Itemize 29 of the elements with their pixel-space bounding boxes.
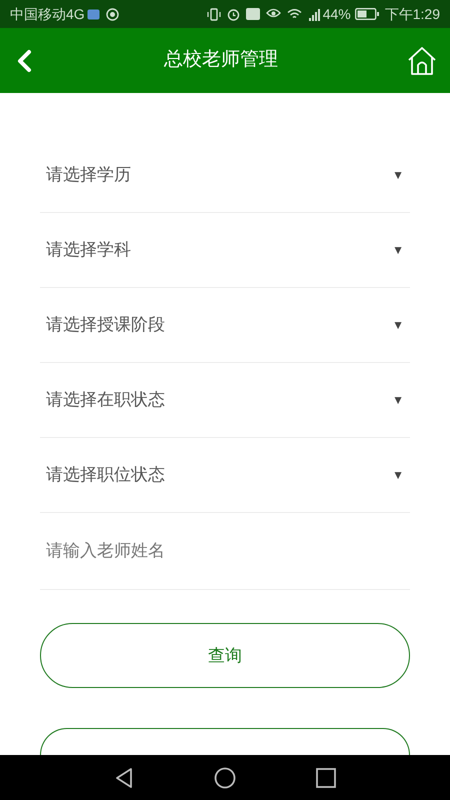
partial-button[interactable] [40,728,410,755]
dropdown-arrow-icon: ▼ [392,166,404,184]
hd-icon [246,8,260,20]
recents-icon[interactable] [316,768,336,788]
dropdown-field[interactable]: 请选择在职状态 ▼ [40,363,410,438]
notification-icon [106,8,119,20]
name-input-field[interactable]: 请输入老师姓名 [40,513,410,590]
page-title: 总校老师管理 [164,48,278,72]
battery-icon [354,8,379,20]
dropdown-field[interactable]: 请选择学历 ▼ [40,138,410,213]
eye-icon [266,8,281,20]
action-button[interactable]: 查询 [40,623,410,688]
dropdown-field[interactable]: 请选择职位状态 ▼ [40,438,410,513]
wifi-icon [286,8,302,20]
dropdown-arrow-icon: ▼ [392,391,404,409]
clock-text: 下午1:29 [384,4,440,24]
dropdown-arrow-icon: ▼ [392,316,404,334]
dropdown-arrow-icon: ▼ [392,241,404,259]
battery-text: 44% [322,4,351,24]
notification-icon [86,8,100,20]
vibrate-icon [206,8,221,20]
dropdown-arrow-icon: ▼ [392,466,404,484]
back-icon[interactable] [114,766,134,788]
alarm-icon [226,8,240,20]
carrier-text: 中国移动4G [10,4,85,24]
dropdown-field[interactable]: 请选择学科 ▼ [40,213,410,288]
dropdown-field[interactable]: 请选择授课阶段 ▼ [40,288,410,363]
home-button[interactable] [406,44,438,76]
home-icon[interactable] [214,766,236,788]
